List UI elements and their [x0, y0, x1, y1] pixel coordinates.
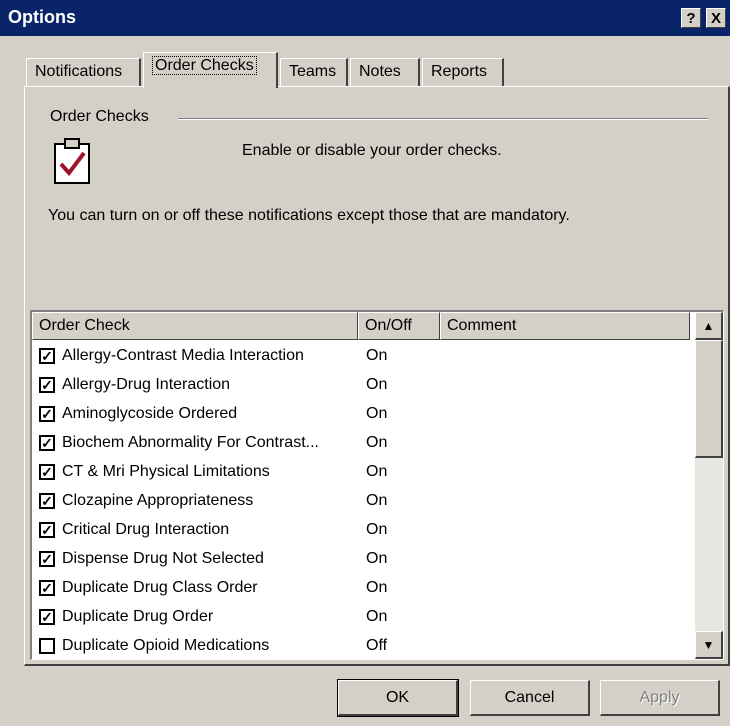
order-check-status: On [366, 434, 388, 451]
list-item[interactable]: ✓ Critical Drug Interaction On [32, 516, 694, 545]
checkbox-checked[interactable]: ✓ [39, 609, 55, 625]
list-header: Order Check On/Off Comment [32, 312, 694, 340]
list-item[interactable]: ✓ CT & Mri Physical Limitations On [32, 458, 694, 487]
checkbox-checked[interactable]: ✓ [39, 464, 55, 480]
window-title: Options [8, 7, 76, 27]
order-check-status: On [366, 347, 388, 364]
checkbox-checked[interactable]: ✓ [39, 377, 55, 393]
check-mark-icon: ✓ [41, 348, 53, 364]
check-mark-icon: ✓ [41, 493, 53, 509]
checkbox-checked[interactable]: ✓ [39, 493, 55, 509]
list-item[interactable]: ✓ Aminoglycoside Ordered On [32, 400, 694, 429]
list-item[interactable]: ✓ Duplicate Drug Class Order On [32, 574, 694, 603]
list-item[interactable]: ✓ Allergy-Drug Interaction On [32, 371, 694, 400]
order-check-status: On [366, 492, 388, 509]
tab-reports[interactable]: Reports [422, 58, 504, 86]
list-item[interactable]: ✓ Dispense Drug Not Selected On [32, 545, 694, 574]
tab-notifications[interactable]: Notifications [26, 58, 141, 86]
tab-label: Order Checks [152, 56, 257, 75]
arrow-down-icon: ▼ [702, 638, 715, 652]
order-check-name: Clozapine Appropriateness [62, 492, 254, 509]
order-check-name: Critical Drug Interaction [62, 521, 230, 538]
order-check-status: On [366, 608, 388, 625]
order-check-name: Dispense Drug Not Selected [62, 550, 264, 567]
order-check-status: On [366, 463, 388, 480]
list-rows: ✓ Allergy-Contrast Media Interaction On ✓ Al… [32, 342, 694, 659]
check-mark-icon: ✓ [41, 435, 53, 451]
cancel-button[interactable]: Cancel [470, 680, 590, 716]
order-check-name: Duplicate Drug Order [62, 608, 214, 625]
tab-notes[interactable]: Notes [350, 58, 420, 86]
check-mark-icon: ✓ [41, 522, 53, 538]
order-check-name: Biochem Abnormality For Contrast... [62, 434, 319, 451]
list-item[interactable]: ✓ Biochem Abnormality For Contrast... On [32, 429, 694, 458]
order-check-status: Off [366, 637, 388, 654]
tab-order-checks[interactable]: Order Checks [143, 52, 278, 88]
checkbox-checked[interactable]: ✓ [39, 435, 55, 451]
check-mark-icon: ✓ [41, 580, 53, 596]
group-divider [178, 118, 708, 120]
order-check-status: On [366, 405, 388, 422]
scroll-up-button[interactable]: ▲ [695, 312, 723, 340]
order-check-status: On [366, 579, 388, 596]
check-mark-icon: ✓ [41, 377, 53, 393]
column-header-on-off[interactable]: On/Off [358, 312, 440, 340]
order-check-name: CT & Mri Physical Limitations [62, 463, 270, 480]
scroll-thumb[interactable] [695, 340, 723, 458]
group-description: Enable or disable your order checks. [242, 142, 502, 159]
scroll-down-button[interactable]: ▼ [695, 631, 723, 659]
apply-button[interactable]: Apply [600, 680, 720, 716]
list-item[interactable]: ✓ Clozapine Appropriateness On [32, 487, 694, 516]
tab-label: Notifications [35, 63, 123, 80]
order-check-name: Duplicate Opioid Medications [62, 637, 270, 654]
list-item[interactable]: Duplicate Opioid Medications Off [32, 632, 694, 659]
tab-teams[interactable]: Teams [280, 58, 348, 86]
checkbox-checked[interactable]: ✓ [39, 406, 55, 422]
tab-label: Teams [289, 63, 337, 80]
order-check-name: Allergy-Drug Interaction [62, 376, 231, 393]
column-header-comment[interactable]: Comment [440, 312, 690, 340]
arrow-up-icon: ▲ [702, 319, 715, 333]
order-check-name: Aminoglycoside Ordered [62, 405, 238, 422]
vertical-scrollbar[interactable]: ▲ ▼ [695, 312, 723, 659]
order-check-name: Duplicate Drug Class Order [62, 579, 258, 596]
order-check-name: Allergy-Contrast Media Interaction [62, 347, 304, 364]
checkbox-checked[interactable]: ✓ [39, 522, 55, 538]
order-checks-list[interactable]: Order Check On/Off Comment ✓ Allergy-Cont… [30, 310, 724, 660]
title-bar: Options ? X [0, 0, 730, 36]
group-label: Order Checks [50, 108, 157, 126]
checkbox-checked[interactable]: ✓ [39, 551, 55, 567]
checkbox-unchecked[interactable] [39, 638, 55, 654]
checkbox-checked[interactable]: ✓ [39, 348, 55, 364]
check-mark-icon: ✓ [41, 609, 53, 625]
list-item[interactable]: ✓ Duplicate Drug Order On [32, 603, 694, 632]
check-mark-icon: ✓ [41, 551, 53, 567]
check-mark-icon: ✓ [41, 464, 53, 480]
clipboard-check-icon [54, 138, 90, 184]
list-item[interactable]: ✓ Allergy-Contrast Media Interaction On [32, 342, 694, 371]
tab-label: Reports [431, 63, 488, 80]
info-text: You can turn on or off these notificatio… [48, 207, 570, 224]
order-check-status: On [366, 550, 388, 567]
checkbox-checked[interactable]: ✓ [39, 580, 55, 596]
check-mark-icon: ✓ [41, 406, 53, 422]
ok-button[interactable]: OK [337, 679, 459, 717]
order-check-status: On [366, 376, 388, 393]
column-header-order-check[interactable]: Order Check [32, 312, 358, 340]
help-button[interactable]: ? [681, 8, 701, 28]
tab-label: Notes [359, 63, 401, 80]
order-check-status: On [366, 521, 388, 538]
close-button[interactable]: X [706, 8, 726, 28]
